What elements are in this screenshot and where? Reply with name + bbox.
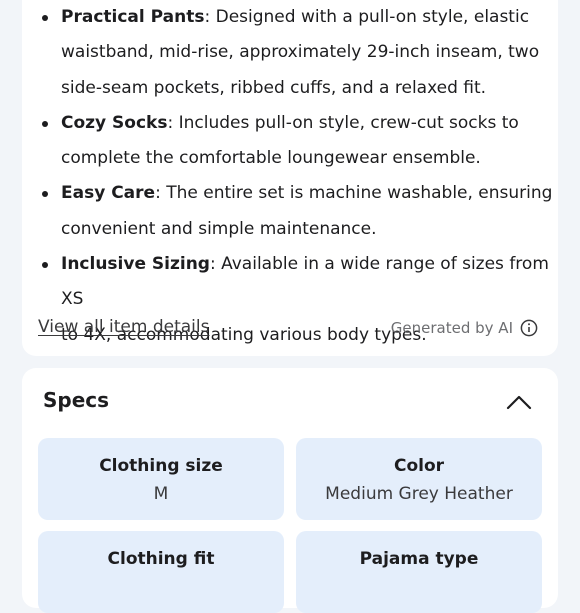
spec-tile-color[interactable]: Color Medium Grey Heather (296, 438, 542, 520)
feature-text: complete the comfortable loungewear ense… (61, 148, 481, 169)
feature-name: Practical Pants (61, 7, 205, 27)
bullet-dot (42, 262, 48, 269)
spec-value: M (153, 484, 169, 504)
bullet-dot (42, 191, 48, 198)
spec-tile-clothing-size[interactable]: Clothing size M (38, 438, 284, 520)
feature-name: Easy Care (61, 183, 156, 204)
specs-title: Specs (43, 388, 110, 412)
info-circle-icon[interactable] (520, 319, 538, 337)
feature-text: waistband, mid-rise, approximately 29-in… (61, 42, 540, 63)
feature-item-inclusive-sizing: Inclusive Sizing: Available in a wide ra… (40, 247, 560, 353)
feature-item-practical-pants: Practical Pants: Designed with a pull-on… (40, 0, 560, 106)
spec-value: Medium Grey Heather (325, 484, 513, 504)
feature-name: Cozy Socks (61, 112, 168, 133)
spec-tile-clothing-fit[interactable]: Clothing fit (38, 531, 284, 613)
generated-by-ai-note: Generated by AI (391, 319, 538, 337)
bullet-dot (42, 120, 48, 127)
spec-label: Pajama type (359, 549, 479, 569)
spec-label: Clothing fit (107, 549, 215, 569)
spec-tile-pajama-type[interactable]: Pajama type (296, 531, 542, 613)
feature-item-easy-care: Easy Care: The entire set is machine was… (40, 176, 560, 247)
feature-name: Inclusive Sizing (61, 254, 210, 275)
generated-by-label: Generated by AI (390, 319, 513, 337)
feature-text: : Includes pull-on style, crew-cut socks… (167, 112, 519, 133)
chevron-up-icon[interactable] (504, 387, 534, 415)
feature-list: Practical Pants: Designed with a pull-on… (40, 0, 560, 353)
spec-label: Clothing size (99, 456, 223, 476)
bullet-dot (42, 15, 48, 21)
feature-text: side-seam pockets, ribbed cuffs, and a r… (61, 77, 487, 98)
spec-label: Color (393, 456, 445, 476)
feature-text: : Designed with a pull-on style, elastic (204, 7, 530, 27)
feature-text: : The entire set is machine washable, en… (155, 183, 553, 204)
feature-item-cozy-socks: Cozy Socks: Includes pull-on style, crew… (40, 106, 560, 177)
view-all-details-link[interactable]: View all item details (38, 317, 209, 337)
feature-text: convenient and simple maintenance. (61, 218, 377, 239)
